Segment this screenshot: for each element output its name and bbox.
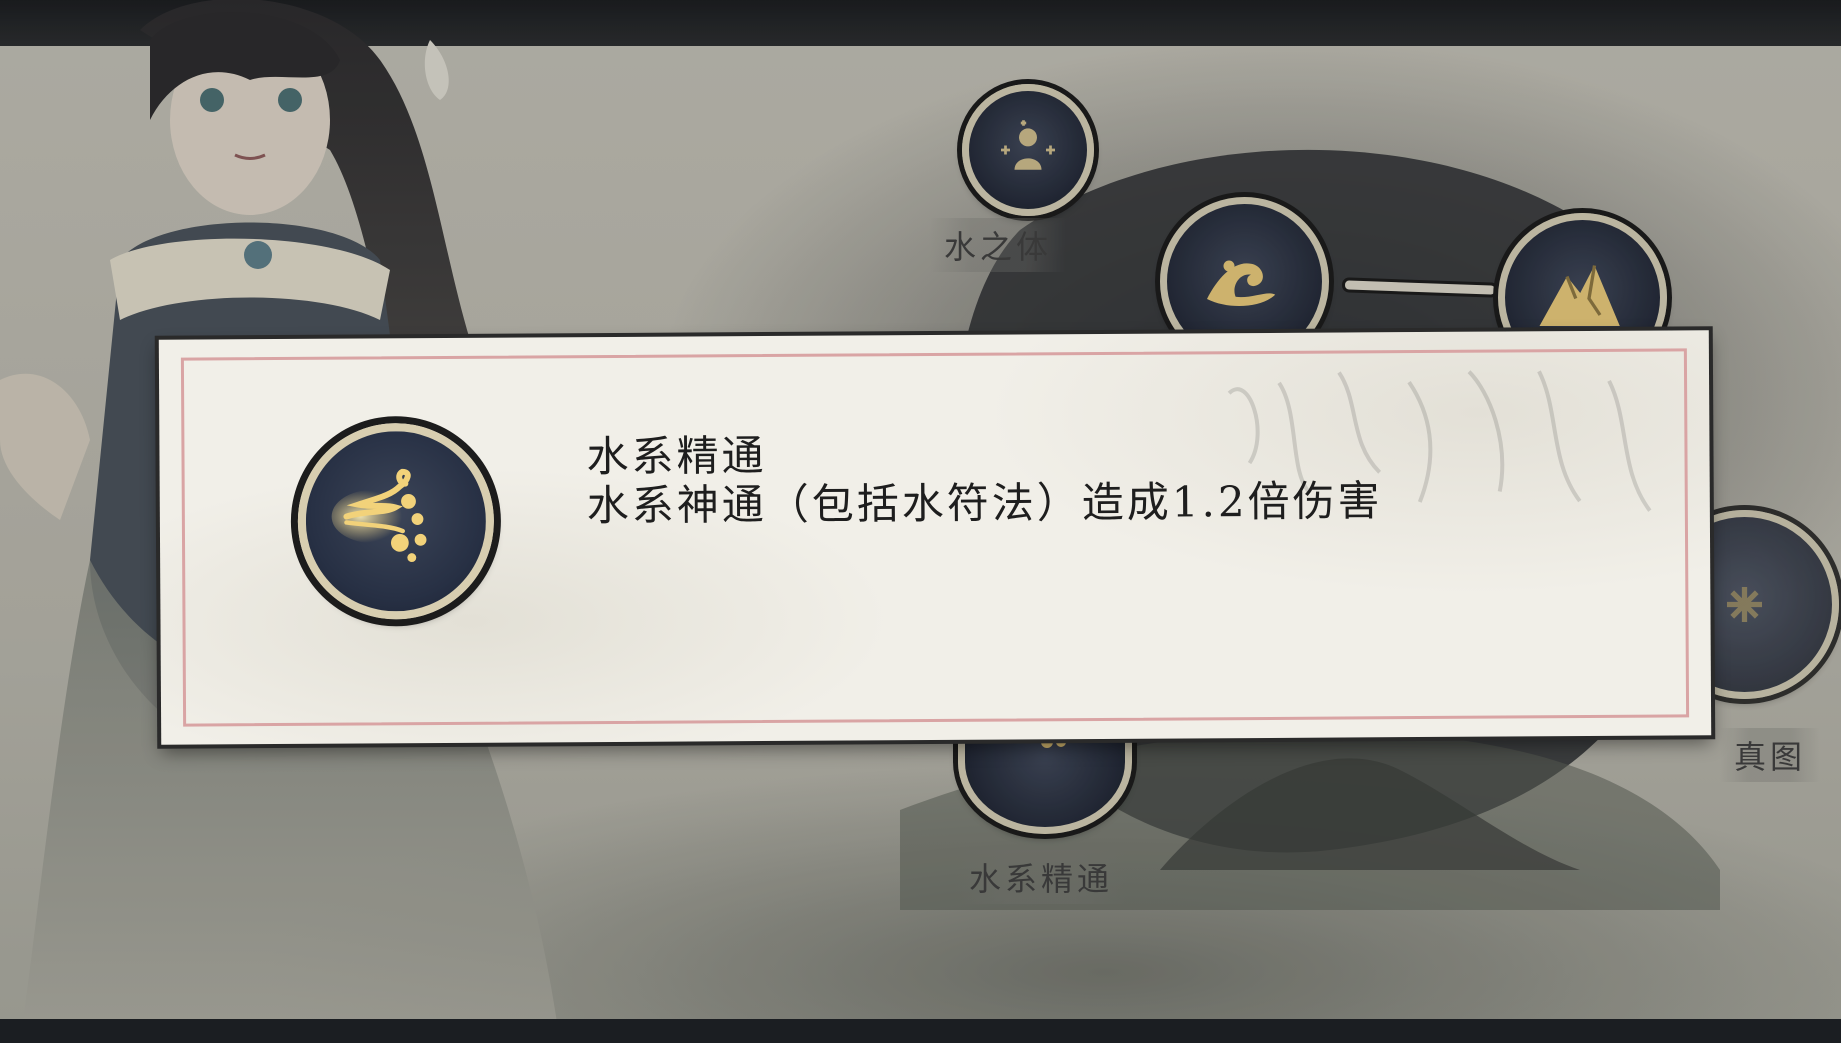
water-swirl-icon bbox=[331, 468, 427, 563]
skill-icon-large bbox=[297, 422, 495, 620]
skill-description: 水系神通（包括水符法）造成1.2倍伤害 bbox=[586, 476, 1383, 531]
game-screen: 水之体 真图 水系精通 水系精通 水系神通（包括水符法）造成1.2倍伤害 bbox=[0, 0, 1841, 1043]
skill-detail-popup[interactable]: 水系精通 水系神通（包括水符法）造成1.2倍伤害 bbox=[158, 330, 1712, 745]
